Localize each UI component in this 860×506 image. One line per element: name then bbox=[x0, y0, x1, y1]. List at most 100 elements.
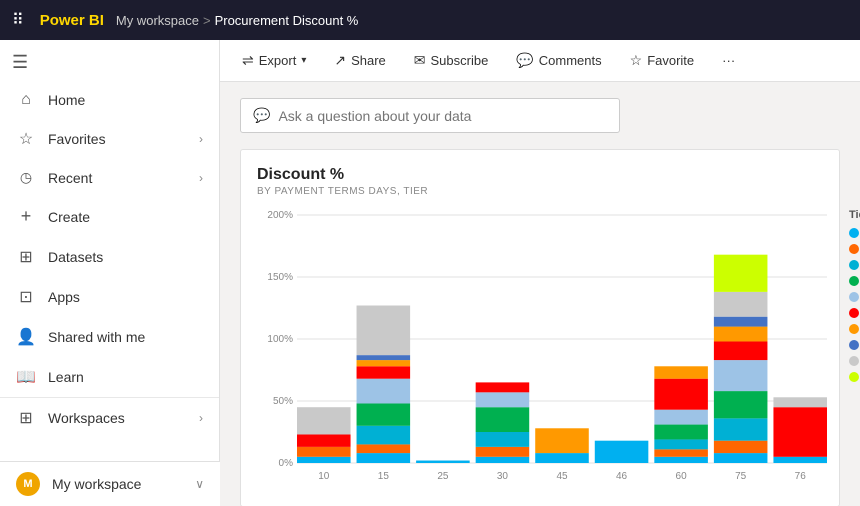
legend-item-10: 10 bbox=[849, 371, 860, 383]
legend-dot bbox=[849, 244, 859, 254]
svg-text:100%: 100% bbox=[267, 334, 293, 345]
favorite-label: Favorite bbox=[647, 53, 694, 68]
sidebar-item-favorites[interactable]: ☆ Favorites › bbox=[0, 119, 219, 159]
legend-title: Tier bbox=[849, 209, 860, 221]
svg-text:46: 46 bbox=[616, 471, 628, 482]
sidebar-label-create: Create bbox=[48, 209, 203, 225]
legend-item-9: 9 bbox=[849, 355, 860, 367]
svg-text:60: 60 bbox=[676, 471, 688, 482]
svg-text:10: 10 bbox=[318, 471, 330, 482]
chart-title: Discount % bbox=[257, 166, 823, 184]
export-label: Export bbox=[259, 53, 297, 68]
hamburger-menu[interactable]: ☰ bbox=[0, 44, 219, 81]
svg-text:45: 45 bbox=[556, 471, 568, 482]
subscribe-button[interactable]: ✉ Subscribe bbox=[408, 48, 495, 73]
toolbar: ⇌ Export ▾ ↗ Share ✉ Subscribe 💬 Comment… bbox=[220, 40, 860, 82]
breadcrumb-sep: > bbox=[203, 13, 211, 28]
qa-input[interactable] bbox=[278, 108, 558, 124]
sidebar-item-workspaces[interactable]: ⊞ Workspaces › bbox=[0, 397, 219, 438]
legend-item-8: 8 bbox=[849, 339, 860, 351]
shared-icon: 👤 bbox=[16, 327, 36, 347]
waffle-icon[interactable]: ⠿ bbox=[12, 10, 24, 30]
hamburger-icon: ☰ bbox=[12, 52, 28, 73]
legend-item-3: 3 bbox=[849, 259, 860, 271]
legend-item-6: 6 bbox=[849, 307, 860, 319]
svg-text:76: 76 bbox=[795, 471, 807, 482]
datasets-icon: ⊞ bbox=[16, 247, 36, 267]
bar-chart-svg: 0%50%100%150%200%101525304546607576 bbox=[257, 205, 837, 485]
workspace-link[interactable]: My workspace bbox=[116, 13, 199, 28]
workspaces-icon: ⊞ bbox=[16, 408, 36, 428]
export-button[interactable]: ⇌ Export ▾ bbox=[236, 48, 312, 73]
legend-item-4: 4 bbox=[849, 275, 860, 287]
learn-icon: 📖 bbox=[16, 367, 36, 387]
favorite-button[interactable]: ☆ Favorite bbox=[624, 48, 701, 73]
sidebar-item-learn[interactable]: 📖 Learn bbox=[0, 357, 219, 397]
chevron-right-icon: › bbox=[199, 132, 203, 146]
sidebar-label-learn: Learn bbox=[48, 369, 203, 385]
export-icon: ⇌ bbox=[242, 52, 254, 69]
legend-dot bbox=[849, 324, 859, 334]
svg-text:150%: 150% bbox=[267, 272, 293, 283]
chevron-right-icon3: › bbox=[199, 411, 203, 425]
legend-item-2: 2 bbox=[849, 243, 860, 255]
svg-text:75: 75 bbox=[735, 471, 747, 482]
plus-icon: + bbox=[16, 206, 36, 227]
legend-dot bbox=[849, 356, 859, 366]
share-button[interactable]: ↗ Share bbox=[328, 48, 391, 73]
qa-icon: 💬 bbox=[253, 107, 270, 124]
legend-dot bbox=[849, 308, 859, 318]
sidebar-label-my-workspace: My workspace bbox=[52, 476, 183, 492]
sidebar-label-apps: Apps bbox=[48, 289, 203, 305]
top-nav: ⠿ Power BI My workspace > Procurement Di… bbox=[0, 0, 860, 40]
legend-dot bbox=[849, 340, 859, 350]
legend-dot bbox=[849, 372, 859, 382]
clock-icon: ◷ bbox=[16, 169, 36, 186]
star-icon: ☆ bbox=[16, 129, 36, 149]
sidebar-label-shared: Shared with me bbox=[48, 329, 203, 345]
sidebar-label-datasets: Datasets bbox=[48, 249, 203, 265]
sidebar-item-recent[interactable]: ◷ Recent › bbox=[0, 159, 219, 196]
breadcrumb: My workspace > Procurement Discount % bbox=[116, 13, 358, 28]
app-brand: Power BI bbox=[40, 12, 104, 29]
chart-plot: 0%50%100%150%200%101525304546607576 bbox=[257, 205, 837, 490]
subscribe-label: Subscribe bbox=[431, 53, 489, 68]
sidebar: ☰ ⌂ Home ☆ Favorites › ◷ Recent › + Crea… bbox=[0, 40, 220, 506]
sidebar-label-home: Home bbox=[48, 92, 203, 108]
legend-dot bbox=[849, 260, 859, 270]
avatar: M bbox=[16, 472, 40, 496]
more-button[interactable]: ··· bbox=[716, 49, 741, 72]
sidebar-item-home[interactable]: ⌂ Home bbox=[0, 81, 219, 119]
apps-icon: ⊡ bbox=[16, 287, 36, 307]
sidebar-item-shared[interactable]: 👤 Shared with me bbox=[0, 317, 219, 357]
comments-icon: 💬 bbox=[516, 52, 533, 69]
legend-item-1: 1 bbox=[849, 227, 860, 239]
svg-text:30: 30 bbox=[497, 471, 509, 482]
legend-dot bbox=[849, 276, 859, 286]
svg-text:50%: 50% bbox=[273, 396, 293, 407]
svg-text:15: 15 bbox=[378, 471, 390, 482]
legend-dot bbox=[849, 228, 859, 238]
svg-text:25: 25 bbox=[437, 471, 449, 482]
main-layout: ☰ ⌂ Home ☆ Favorites › ◷ Recent › + Crea… bbox=[0, 40, 860, 506]
share-label: Share bbox=[351, 53, 386, 68]
comments-button[interactable]: 💬 Comments bbox=[510, 48, 607, 73]
chevron-right-icon2: › bbox=[199, 171, 203, 185]
export-chevron-icon: ▾ bbox=[301, 55, 306, 66]
legend-item-5: 5 bbox=[849, 291, 860, 303]
star-outline-icon: ☆ bbox=[630, 52, 643, 69]
sidebar-item-datasets[interactable]: ⊞ Datasets bbox=[0, 237, 219, 277]
sidebar-item-create[interactable]: + Create bbox=[0, 196, 219, 237]
chevron-down-icon: ∨ bbox=[195, 477, 204, 491]
content-area: ⇌ Export ▾ ↗ Share ✉ Subscribe 💬 Comment… bbox=[220, 40, 860, 506]
report-canvas: 💬 Discount % BY PAYMENT TERMS DAYS, TIER… bbox=[220, 82, 860, 506]
share-icon: ↗ bbox=[334, 52, 346, 69]
ellipsis-icon: ··· bbox=[722, 53, 735, 68]
sidebar-item-my-workspace[interactable]: M My workspace ∨ bbox=[0, 461, 220, 506]
svg-text:200%: 200% bbox=[267, 210, 293, 221]
sidebar-label-favorites: Favorites bbox=[48, 131, 187, 147]
comments-label: Comments bbox=[539, 53, 602, 68]
report-name: Procurement Discount % bbox=[215, 13, 359, 28]
sidebar-item-apps[interactable]: ⊡ Apps bbox=[0, 277, 219, 317]
chart-area: 0%50%100%150%200%101525304546607576 Tier… bbox=[257, 205, 823, 490]
